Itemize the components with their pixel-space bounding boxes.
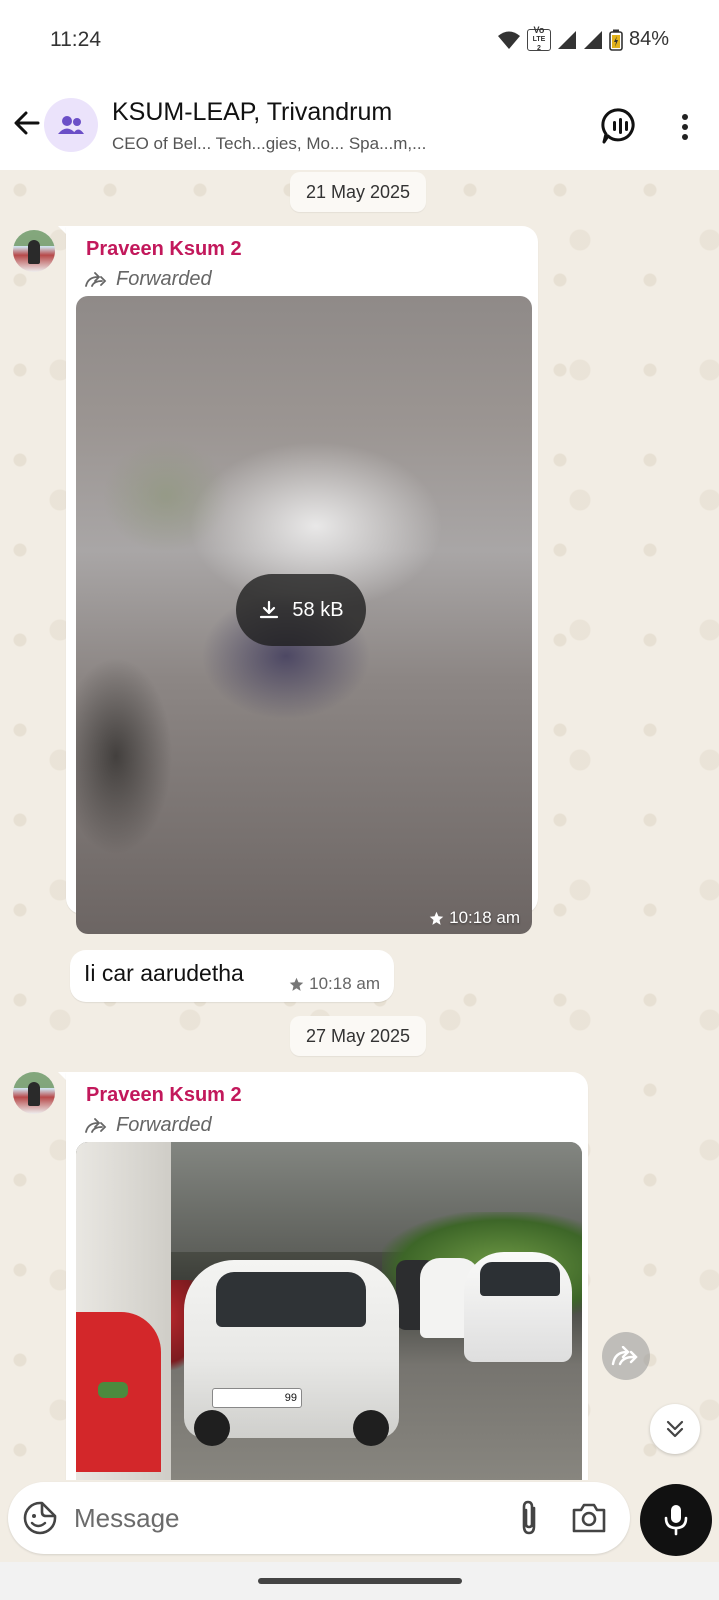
media-size: 58 kB — [292, 598, 344, 621]
photo-car: 99 — [184, 1260, 399, 1446]
volte-bottom-label: LTE 2 — [532, 36, 546, 52]
sticker-icon — [23, 1501, 57, 1535]
download-button[interactable]: 58 kB — [236, 574, 366, 646]
number-plate: 99 — [212, 1388, 302, 1408]
message-input[interactable] — [74, 1494, 474, 1542]
message-text: Ii car aarudetha — [84, 960, 244, 986]
chat-subtitle[interactable]: CEO of Bel... Tech...gies, Mo... Spa...m… — [112, 134, 572, 154]
attach-icon — [522, 1500, 536, 1535]
chat-area[interactable]: 21 May 2025 Praveen Ksum 2 Forwarded 58 … — [0, 170, 719, 1480]
sticker-button[interactable] — [22, 1500, 58, 1536]
status-bar: 11:24 Vo LTE 2 84% — [0, 0, 719, 84]
camera-button[interactable] — [570, 1500, 608, 1536]
wifi-icon — [497, 31, 520, 49]
forward-icon — [85, 1117, 107, 1133]
back-arrow-icon — [14, 111, 40, 135]
status-icons: Vo LTE 2 84% — [497, 25, 669, 52]
download-icon — [260, 600, 279, 619]
chat-header: KSUM-LEAP, Trivandrum CEO of Bel... Tech… — [0, 84, 719, 170]
text-message-bubble[interactable]: Ii car aarudetha 10:18 am — [70, 950, 394, 1002]
star-icon — [289, 977, 304, 991]
message-timestamp: 10:18 am — [289, 974, 380, 994]
more-options-button[interactable] — [668, 108, 702, 146]
date-chip: 21 May 2025 — [290, 172, 427, 212]
camera-icon — [572, 1503, 606, 1533]
sender-name[interactable]: Praveen Ksum 2 — [86, 238, 242, 261]
double-chevron-down-icon — [666, 1420, 684, 1438]
system-nav-bar — [0, 1562, 719, 1600]
attach-button[interactable] — [512, 1498, 548, 1538]
forward-button[interactable] — [602, 1332, 650, 1380]
voice-chat-button[interactable] — [600, 106, 640, 146]
forwarded-text: Forwarded — [116, 268, 212, 290]
group-icon — [58, 116, 84, 134]
forwarded-text: Forwarded — [116, 1114, 212, 1136]
battery-percent: 84% — [628, 28, 669, 50]
media-preview[interactable]: 58 kB 10:18 am — [76, 296, 532, 934]
media-timestamp: 10:18 am — [429, 908, 520, 928]
sender-name[interactable]: Praveen Ksum 2 — [86, 1084, 242, 1107]
media-time-text: 10:18 am — [449, 908, 520, 927]
chat-title[interactable]: KSUM-LEAP, Trivandrum — [112, 98, 392, 127]
sender-avatar[interactable] — [13, 1072, 55, 1114]
signal-icon — [557, 30, 576, 49]
forward-icon — [611, 1346, 638, 1366]
date-chip: 27 May 2025 — [290, 1016, 427, 1056]
mic-icon — [664, 1505, 688, 1536]
message-time-text: 10:18 am — [309, 974, 380, 993]
voice-message-button[interactable] — [640, 1484, 712, 1556]
scroll-to-bottom-button[interactable] — [650, 1404, 700, 1454]
volte-top-label: Vo — [533, 25, 545, 35]
status-time: 11:24 — [50, 28, 101, 51]
home-gesture-handle[interactable] — [258, 1578, 462, 1584]
star-icon — [429, 911, 444, 925]
forwarded-label: Forwarded — [84, 1114, 212, 1137]
message-bubble[interactable]: Praveen Ksum 2 Forwarded 58 kB 10:18 am — [66, 226, 538, 934]
sender-avatar[interactable] — [13, 230, 55, 272]
photo-image[interactable]: 99 — [76, 1142, 582, 1480]
message-composer — [8, 1482, 630, 1554]
group-avatar[interactable] — [44, 98, 98, 152]
forwarded-label: Forwarded — [84, 268, 212, 291]
voice-chat-icon — [601, 108, 635, 144]
more-vert-icon — [682, 114, 688, 120]
back-button[interactable] — [10, 106, 44, 140]
volte-icon: Vo LTE 2 — [526, 25, 551, 52]
signal-icon-2 — [583, 30, 602, 49]
battery-icon — [609, 29, 623, 51]
message-bubble[interactable]: Praveen Ksum 2 Forwarded 99 — [66, 1072, 588, 1480]
forward-icon — [85, 271, 107, 287]
